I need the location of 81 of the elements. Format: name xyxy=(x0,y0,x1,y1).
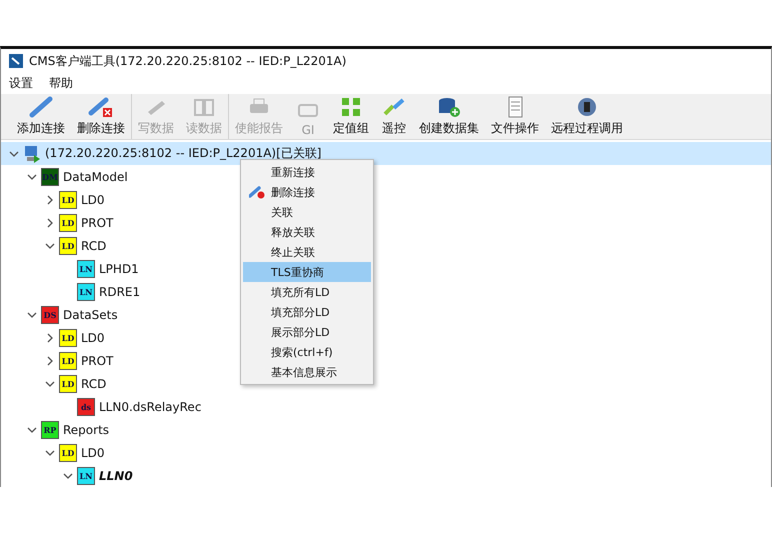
node-type-badge: LD xyxy=(59,190,77,208)
tree-node-label: RCD xyxy=(81,376,106,390)
tree-row[interactable]: DM DataModel xyxy=(1,165,132,188)
tree-node-label: DataModel xyxy=(63,170,128,184)
tree-row[interactable]: ds LLN0.dsRelayRec xyxy=(1,395,206,418)
tree-node-label: RDRE1 xyxy=(99,284,140,298)
tree-row[interactable]: LD LD0 xyxy=(1,188,109,211)
chevron-down-icon[interactable] xyxy=(45,448,55,458)
context-menu-item[interactable]: 填充所有LD xyxy=(243,282,371,302)
context-menu-item[interactable]: 删除连接 xyxy=(243,182,371,202)
tree-node-label: LPHD1 xyxy=(99,262,139,276)
tree-row[interactable]: LD LD0 xyxy=(1,441,109,464)
tree-node-label: RCD xyxy=(81,238,106,252)
context-menu-item[interactable]: 关联 xyxy=(243,202,371,222)
node-type-badge: RP xyxy=(41,420,59,438)
server-icon xyxy=(23,144,41,162)
toolbar-button[interactable]: 删除连接 xyxy=(71,94,131,139)
node-type-badge: LD xyxy=(59,352,77,370)
tree-row[interactable]: DS DataSets xyxy=(1,303,122,326)
tree-row[interactable]: RP Reports xyxy=(1,418,114,441)
tree-row[interactable]: LD PROT xyxy=(1,349,118,372)
tree-node-label: DataSets xyxy=(63,308,118,322)
context-menu-item[interactable]: 搜索(ctrl+f) xyxy=(243,342,371,362)
context-menu-item[interactable]: 重新连接 xyxy=(243,162,371,182)
tree-row[interactable]: LN RDRE1 xyxy=(1,280,144,303)
context-menu-item[interactable]: 展示部分LD xyxy=(243,322,371,342)
book-icon xyxy=(191,96,217,118)
app-icon xyxy=(9,54,23,68)
tree-node-label: LLN0 xyxy=(99,468,133,482)
chevron-down-icon[interactable] xyxy=(27,424,37,434)
tree-node-label: PROT xyxy=(81,354,114,368)
chevron-down-icon[interactable] xyxy=(63,470,73,480)
tree-node-label: LD0 xyxy=(81,330,105,344)
tree-node-label: PROT xyxy=(81,216,114,230)
toolbar-button[interactable]: 创建数据集 xyxy=(413,94,485,139)
chevron-down-icon[interactable] xyxy=(45,378,55,388)
node-type-badge: DM xyxy=(41,168,59,186)
node-type-badge: LD xyxy=(59,444,77,462)
tree-node-label: LLN0.dsRelayRec xyxy=(99,400,202,414)
context-menu-item[interactable]: 释放关联 xyxy=(243,222,371,242)
toolbar-button[interactable]: 遥控 xyxy=(375,94,413,139)
node-type-badge: LD xyxy=(59,374,77,392)
context-menu-item[interactable]: 基本信息展示 xyxy=(243,362,371,382)
chevron-down-icon[interactable] xyxy=(9,148,19,158)
chevron-right-icon[interactable] xyxy=(45,218,55,228)
tree-row[interactable]: (172.20.220.25:8102 -- IED:P_L2201A)[已关联] xyxy=(1,142,771,165)
chevron-down-icon[interactable] xyxy=(27,172,37,182)
tree-row[interactable]: LD RCD xyxy=(1,234,110,257)
chevron-down-icon[interactable] xyxy=(27,310,37,320)
tree-row[interactable]: LD RCD xyxy=(1,372,110,395)
tree-node-label: LD0 xyxy=(81,446,105,460)
tree-row[interactable]: LN LPHD1 xyxy=(1,257,143,280)
node-type-badge: LN xyxy=(77,282,95,300)
toolbar-button[interactable]: 定值组 xyxy=(327,94,375,139)
menu-item[interactable]: 设置 xyxy=(3,73,39,94)
node-type-badge: ds xyxy=(77,398,95,416)
chevron-right-icon[interactable] xyxy=(45,194,55,204)
node-type-badge: LD xyxy=(59,328,77,346)
context-menu-item[interactable]: 填充部分LD xyxy=(243,302,371,322)
chevron-right-icon[interactable] xyxy=(45,356,55,366)
chevron-right-icon[interactable] xyxy=(45,332,55,342)
toolbar-button[interactable]: 文件操作 xyxy=(485,94,545,139)
node-type-badge: LN xyxy=(77,466,95,484)
toolbar-button[interactable]: 添加连接 xyxy=(11,94,71,139)
tree-row[interactable]: LD PROT xyxy=(1,211,118,234)
chevron-down-icon[interactable] xyxy=(45,240,55,250)
tree-node-label: Reports xyxy=(63,422,110,436)
tree-node-label: LD0 xyxy=(81,192,105,206)
node-type-badge: DS xyxy=(41,306,59,324)
tree-row[interactable]: LN LLN0 xyxy=(1,464,137,487)
tree-row[interactable]: LD LD0 xyxy=(1,326,109,349)
node-type-badge: LD xyxy=(59,236,77,254)
menu-item[interactable]: 帮助 xyxy=(43,73,79,94)
context-menu-item[interactable]: 终止关联 xyxy=(243,242,371,262)
node-type-badge: LN xyxy=(77,260,95,278)
toolbar-button[interactable]: 远程过程调用 xyxy=(545,94,629,139)
tree-node-label: (172.20.220.25:8102 -- IED:P_L2201A)[已关联] xyxy=(45,145,322,162)
window-title: CMS客户端工具(172.20.220.25:8102 -- IED:P_L2201A) xyxy=(29,52,346,70)
database-add-icon xyxy=(436,96,462,118)
node-type-badge: LD xyxy=(59,214,77,232)
context-menu-item[interactable]: TLS重协商 xyxy=(243,262,371,282)
